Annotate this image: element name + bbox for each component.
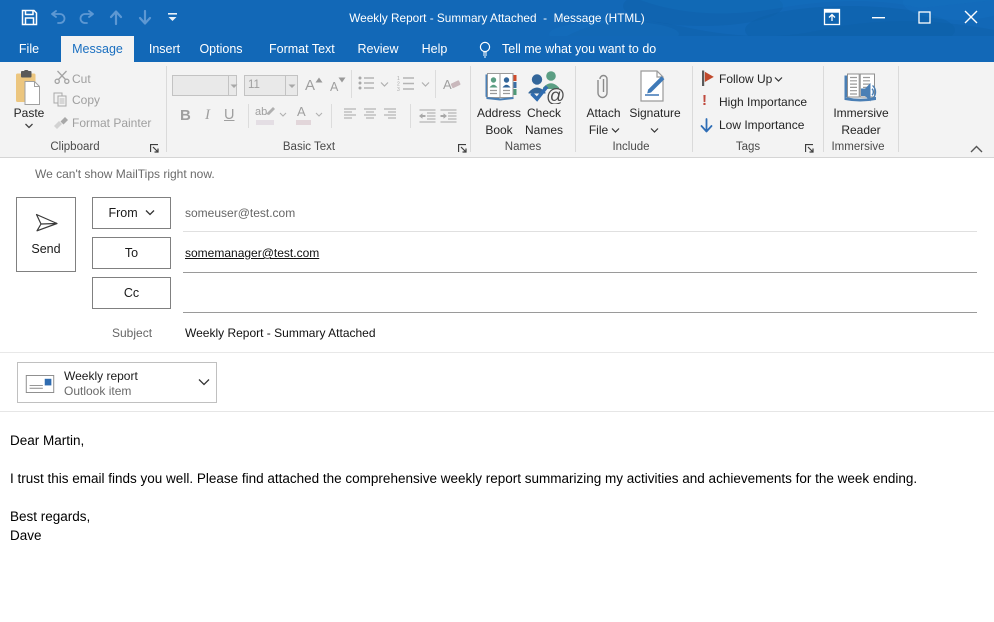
svg-text:@: @ bbox=[546, 86, 564, 104]
svg-text:3: 3 bbox=[397, 87, 400, 91]
